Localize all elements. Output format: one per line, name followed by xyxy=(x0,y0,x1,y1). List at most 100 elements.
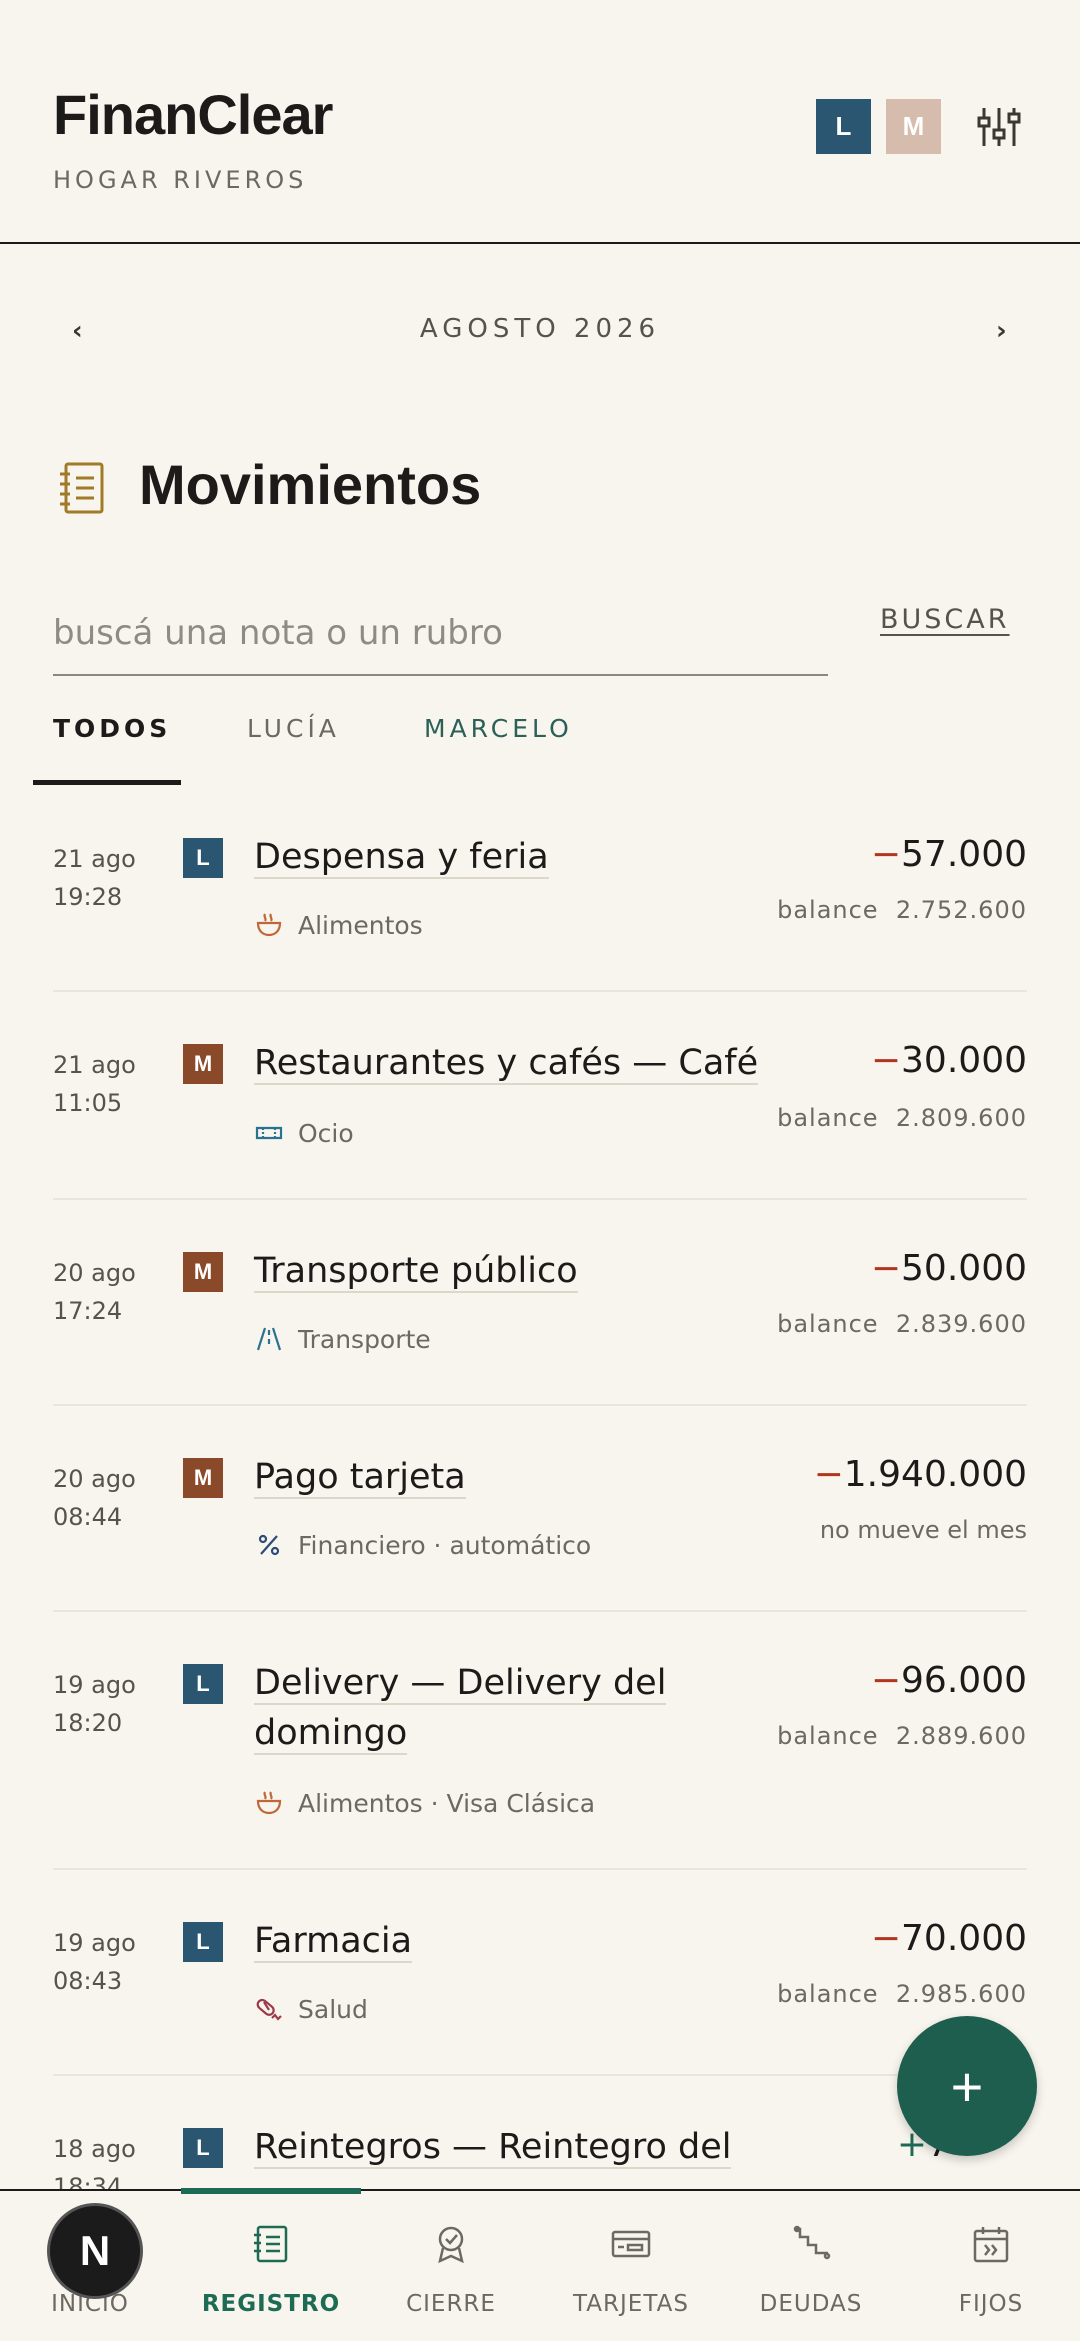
ticket-icon xyxy=(255,1126,283,1140)
stairs-icon xyxy=(793,2225,831,2260)
amount-value: 1.940.000 xyxy=(843,1454,1027,1495)
movement-category: Financiero · automático xyxy=(254,1528,591,1562)
movement-date: 19 ago 18:20 xyxy=(53,1666,136,1742)
movement-day: 19 ago xyxy=(53,1671,136,1699)
movement-title-text: Pago tarjeta xyxy=(254,1457,466,1499)
balance-value: 2.809.600 xyxy=(895,1104,1027,1132)
badge-icon xyxy=(438,2226,464,2264)
movement-amount: −50.000 xyxy=(871,1248,1027,1289)
list-item[interactable]: 21 ago 19:28 L Despensa y feria Alimento… xyxy=(0,800,1080,992)
nav-cierre[interactable]: CIERRE xyxy=(361,2191,541,2341)
list-item[interactable]: 20 ago 17:24 M Transporte público Transp… xyxy=(0,1200,1080,1406)
movement-title[interactable]: Pago tarjeta xyxy=(254,1452,774,1502)
movement-title[interactable]: Transporte público xyxy=(254,1246,774,1296)
nav-label: REGISTRO xyxy=(201,2291,341,2317)
movement-category: Salud xyxy=(254,1992,368,2026)
page-title: Movimientos xyxy=(139,453,482,516)
list-item[interactable]: 20 ago 08:44 M Pago tarjeta Financiero ·… xyxy=(0,1406,1080,1612)
movement-title-text: Farmacia xyxy=(254,1921,413,1963)
amount-value: 57.000 xyxy=(901,834,1027,875)
nav-label: FIJOS xyxy=(958,2291,1024,2317)
movement-time: 08:44 xyxy=(53,1503,123,1531)
movement-category-label: Financiero · automático xyxy=(298,1530,592,1560)
movement-day: 20 ago xyxy=(53,1465,136,1493)
movement-title-text: Reintegros — Reintegro del xyxy=(254,2127,732,2169)
tab-lucia[interactable]: LUCÍA xyxy=(247,714,340,743)
notebook-icon xyxy=(60,462,104,514)
balance-value: 2.752.600 xyxy=(895,896,1027,924)
movement-date: 18 ago 18:34 xyxy=(53,2130,136,2190)
movement-title[interactable]: Restaurantes y cafés — Café xyxy=(254,1038,774,1088)
movement-balance: balance 2.985.600 xyxy=(777,1980,1027,2008)
member-badge: M xyxy=(183,1044,223,1084)
calendar-icon xyxy=(973,2227,1009,2263)
balance-label: balance xyxy=(777,1310,879,1338)
movement-title-text: Restaurantes y cafés — Café xyxy=(254,1043,759,1085)
movement-title-text: Delivery — Delivery del domingo xyxy=(254,1663,667,1755)
tab-all[interactable]: TODOS xyxy=(53,714,171,743)
nav-fijos[interactable]: FIJOS xyxy=(901,2191,1080,2341)
member-badge: M xyxy=(183,1458,223,1498)
movement-time: 19:28 xyxy=(53,883,123,911)
ledger-icon xyxy=(254,2225,288,2263)
list-item[interactable]: 21 ago 11:05 M Restaurantes y cafés — Ca… xyxy=(0,992,1080,1200)
search-input[interactable] xyxy=(53,592,828,676)
card-icon xyxy=(611,2230,651,2258)
bowl-icon xyxy=(256,1791,282,1815)
list-item[interactable]: 19 ago 18:20 L Delivery — Delivery del d… xyxy=(0,1612,1080,1870)
member-avatar-marcelo[interactable]: M xyxy=(886,99,941,154)
movement-title[interactable]: Farmacia xyxy=(254,1916,774,1966)
balance-label: balance xyxy=(777,1722,879,1750)
member-avatar-lucia[interactable]: L xyxy=(816,99,871,154)
active-tab-indicator xyxy=(33,780,181,785)
movement-category: Transporte xyxy=(254,1322,431,1356)
member-badge: L xyxy=(183,1922,223,1962)
balance-value: 2.889.600 xyxy=(895,1722,1027,1750)
movement-category: Alimentos xyxy=(254,908,423,942)
current-month-label: AGOSTO 2026 xyxy=(419,314,661,344)
amount-value: 70.000 xyxy=(901,1918,1027,1959)
member-badge: M xyxy=(183,1252,223,1292)
nav-label: TARJETAS xyxy=(573,2291,689,2317)
amount-sign: − xyxy=(870,834,902,875)
add-movement-button[interactable]: + xyxy=(897,2016,1037,2156)
amount-sign: − xyxy=(870,1248,902,1289)
tab-marcelo[interactable]: MARCELO xyxy=(424,714,573,743)
movement-time: 18:34 xyxy=(53,2173,123,2190)
movement-title[interactable]: Reintegros — Reintegro del xyxy=(254,2122,734,2172)
nav-label: CIERRE xyxy=(406,2291,496,2317)
movement-amount: −57.000 xyxy=(871,834,1027,875)
movement-day: 20 ago xyxy=(53,1259,136,1287)
nav-label: DEUDAS xyxy=(759,2291,863,2317)
movement-category-label: Transporte xyxy=(298,1324,431,1354)
balance-value: 2.985.600 xyxy=(895,1980,1027,2008)
movement-amount: −1.940.000 xyxy=(814,1454,1027,1495)
nav-tarjetas[interactable]: TARJETAS xyxy=(541,2191,721,2341)
bottom-navigation: INICIO REGISTRO CIERRE TARJETAS DEUDAS F… xyxy=(0,2188,1080,2341)
movement-title[interactable]: Delivery — Delivery del domingo xyxy=(254,1658,674,1758)
amount-value: 30.000 xyxy=(901,1040,1027,1081)
balance-label: balance xyxy=(777,1104,879,1132)
balance-label: balance xyxy=(777,896,879,924)
movement-date: 21 ago 19:28 xyxy=(53,840,136,916)
movement-amount: −96.000 xyxy=(871,1660,1027,1701)
search-button[interactable]: BUSCAR xyxy=(880,604,1010,635)
app-title: FinanClear xyxy=(53,83,333,146)
next-month-button[interactable]: › xyxy=(996,316,1007,346)
sliders-icon[interactable] xyxy=(976,104,1022,150)
nav-deudas[interactable]: DEUDAS xyxy=(721,2191,901,2341)
movement-title[interactable]: Despensa y feria xyxy=(254,832,774,882)
movement-date: 20 ago 08:44 xyxy=(53,1460,136,1536)
movement-category: Alimentos · Visa Clásica xyxy=(254,1786,595,1820)
balance-value: 2.839.600 xyxy=(895,1310,1027,1338)
amount-sign: − xyxy=(870,1918,902,1959)
movement-category-label: Salud xyxy=(298,1994,368,2024)
movement-day: 18 ago xyxy=(53,2135,136,2163)
nav-registro[interactable]: REGISTRO xyxy=(181,2191,361,2341)
member-badge: L xyxy=(183,838,223,878)
household-name: HOGAR RIVEROS xyxy=(53,166,308,194)
movement-category-label: Alimentos xyxy=(298,910,423,940)
movement-time: 17:24 xyxy=(53,1297,123,1325)
dev-tools-badge[interactable]: N xyxy=(47,2203,143,2299)
member-badge: L xyxy=(183,1664,223,1704)
